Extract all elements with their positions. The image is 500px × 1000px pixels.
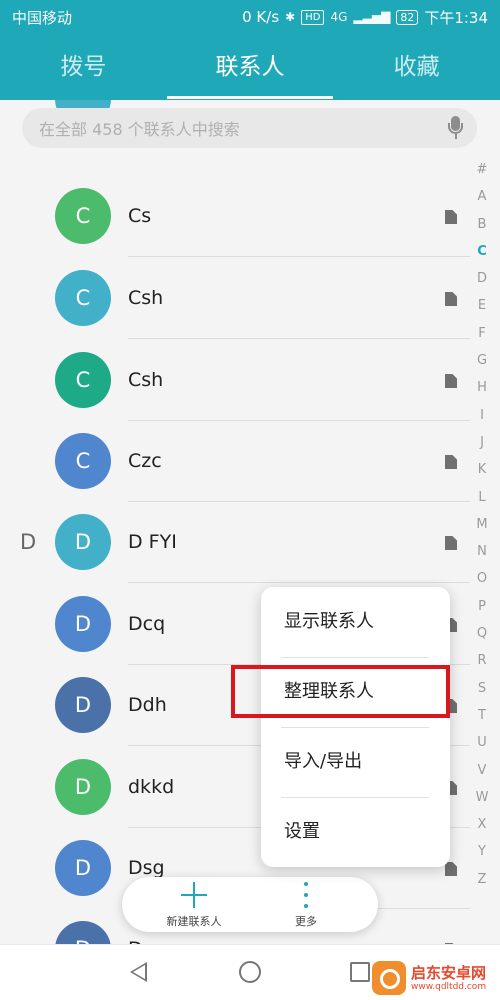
watermark-title: 启东安卓网: [411, 963, 487, 982]
contact-name: Czc: [128, 450, 162, 472]
more-label: 更多: [295, 915, 317, 928]
index-letter[interactable]: P: [478, 597, 486, 617]
sim-card-icon: [445, 536, 457, 550]
index-letter[interactable]: #: [477, 160, 488, 180]
index-letter[interactable]: X: [478, 815, 487, 835]
contact-name: Cs: [128, 205, 152, 227]
microphone-icon[interactable]: [447, 116, 463, 140]
contact-name: Ddh: [128, 694, 167, 716]
back-icon[interactable]: [130, 962, 147, 982]
avatar: C: [55, 188, 111, 244]
index-letter[interactable]: T: [478, 706, 486, 726]
watermark: 启东安卓网 www.qdltdd.com: [372, 956, 500, 1000]
index-letter[interactable]: F: [478, 324, 485, 344]
contact-row[interactable]: C Csh: [0, 257, 470, 339]
index-letter[interactable]: L: [478, 488, 485, 508]
search-bar[interactable]: 在全部 458 个联系人中搜索: [22, 108, 477, 148]
index-letter[interactable]: R: [477, 651, 486, 671]
contact-row[interactable]: C Csh: [0, 339, 470, 421]
index-letter[interactable]: H: [477, 378, 487, 398]
sim-card-icon: [445, 292, 457, 306]
carrier-label: 中国移动: [12, 8, 73, 27]
contact-name: D FYI: [128, 531, 177, 553]
index-letter[interactable]: J: [480, 433, 484, 453]
menu-item-import-export[interactable]: 导入/导出: [261, 727, 450, 797]
net-speed: 0 K/s: [242, 8, 280, 26]
index-letter-active[interactable]: C: [477, 242, 487, 262]
search-input[interactable]: 在全部 458 个联系人中搜索: [39, 116, 447, 140]
home-icon[interactable]: [239, 961, 261, 983]
menu-item-display-contacts[interactable]: 显示联系人: [261, 587, 450, 657]
status-indicators: 0 K/s ✱ HD 4G ▂▃▅▇ 82 下午1:34: [242, 7, 488, 28]
contact-row[interactable]: C Czc: [0, 420, 470, 502]
index-letter[interactable]: O: [477, 569, 487, 589]
alphabet-index[interactable]: # A B C D E F G H I J K L M N O P Q R S …: [470, 160, 494, 890]
avatar: D: [55, 596, 111, 652]
contact-row[interactable]: D D D FYI: [0, 501, 470, 583]
recent-apps-icon[interactable]: [350, 962, 370, 982]
status-bar: 中国移动 0 K/s ✱ HD 4G ▂▃▅▇ 82 下午1:34: [0, 0, 500, 34]
signal-icon: ▂▃▅▇: [353, 10, 391, 24]
highlight-box: [231, 665, 450, 718]
index-letter[interactable]: I: [480, 406, 484, 426]
avatar: D: [55, 677, 111, 733]
tab-dialer[interactable]: 拨号: [0, 34, 167, 100]
index-letter[interactable]: W: [476, 788, 489, 808]
sim-card-icon: [445, 455, 457, 469]
index-letter[interactable]: S: [478, 679, 486, 699]
clock: 下午1:34: [424, 8, 488, 27]
index-letter[interactable]: B: [478, 215, 487, 235]
tab-favorites[interactable]: 收藏: [333, 34, 500, 100]
plus-icon: [181, 882, 207, 908]
avatar: D: [55, 759, 111, 815]
section-header-letter: D: [20, 530, 37, 554]
new-contact-label: 新建联系人: [166, 915, 222, 928]
contact-name: Csh: [128, 287, 164, 309]
sim-card-icon: [445, 210, 457, 224]
bottom-action-bar: 新建联系人 更多: [122, 877, 378, 932]
avatar: D: [55, 921, 111, 944]
index-letter[interactable]: A: [478, 187, 487, 207]
sim-card-icon: [445, 374, 457, 388]
index-letter[interactable]: V: [478, 761, 487, 781]
index-letter[interactable]: D: [477, 269, 487, 289]
new-contact-button[interactable]: 新建联系人: [149, 877, 239, 932]
index-letter[interactable]: G: [477, 351, 487, 371]
index-letter[interactable]: Z: [478, 870, 487, 890]
bluetooth-icon: ✱: [285, 10, 296, 24]
index-letter[interactable]: N: [477, 542, 487, 562]
more-vertical-icon: [304, 882, 308, 908]
index-letter[interactable]: K: [478, 460, 487, 480]
index-letter[interactable]: E: [478, 296, 486, 316]
avatar: D: [55, 840, 111, 896]
tab-bar: 拨号 联系人 收藏: [0, 34, 500, 100]
avatar: C: [55, 270, 111, 326]
contact-row[interactable]: C Cs: [0, 175, 470, 257]
more-button[interactable]: 更多: [261, 877, 351, 932]
menu-item-settings[interactable]: 设置: [261, 797, 450, 867]
watermark-url: www.qdltdd.com: [411, 981, 487, 992]
index-letter[interactable]: Y: [478, 842, 486, 862]
contact-name: dkkd: [128, 776, 175, 798]
tab-contacts[interactable]: 联系人: [167, 34, 334, 100]
hd-icon: HD: [301, 9, 325, 25]
contact-name: Dcq: [128, 613, 166, 635]
battery-icon: 82: [396, 9, 419, 25]
more-options-menu: 显示联系人 整理联系人 导入/导出 设置: [261, 587, 450, 867]
index-letter[interactable]: U: [477, 733, 487, 753]
network-type-icon: 4G: [330, 10, 348, 24]
avatar: C: [55, 352, 111, 408]
app-header: 中国移动 0 K/s ✱ HD 4G ▂▃▅▇ 82 下午1:34 拨号 联系人…: [0, 0, 500, 100]
watermark-logo-icon: [372, 961, 406, 995]
avatar: D: [55, 514, 111, 570]
index-letter[interactable]: Q: [477, 624, 487, 644]
contact-name: Csh: [128, 369, 164, 391]
avatar: C: [55, 433, 111, 489]
index-letter[interactable]: M: [476, 515, 487, 535]
watermark-text: 启东安卓网 www.qdltdd.com: [411, 964, 486, 993]
